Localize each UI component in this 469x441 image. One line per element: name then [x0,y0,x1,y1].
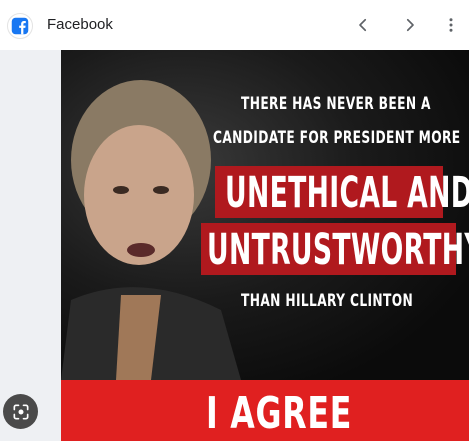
meme-line-1: THERE HAS NEVER BEEN A [241,94,431,114]
chevron-right-icon[interactable] [398,13,422,37]
portrait-silhouette [61,80,241,380]
meme-line-4: UNTRUSTWORTHY [207,225,469,275]
site-name[interactable]: Facebook [47,16,113,33]
meme-line-5: THAN HILLARY CLINTON [241,291,414,311]
more-vertical-icon[interactable] [441,13,461,37]
agree-text: I AGREE [206,388,353,439]
meme-image[interactable]: THERE HAS NEVER BEEN A CANDIDATE FOR PRE… [61,50,469,441]
image-viewer-header: Facebook [0,0,469,50]
meme-line-3: UNETHICAL AND [225,168,469,218]
chevron-left-icon[interactable] [351,13,375,37]
meme-line-2: CANDIDATE FOR PRESIDENT MORE [213,128,461,148]
image-search-icon[interactable] [3,394,38,429]
facebook-icon[interactable] [7,13,33,39]
left-panel [0,50,61,441]
